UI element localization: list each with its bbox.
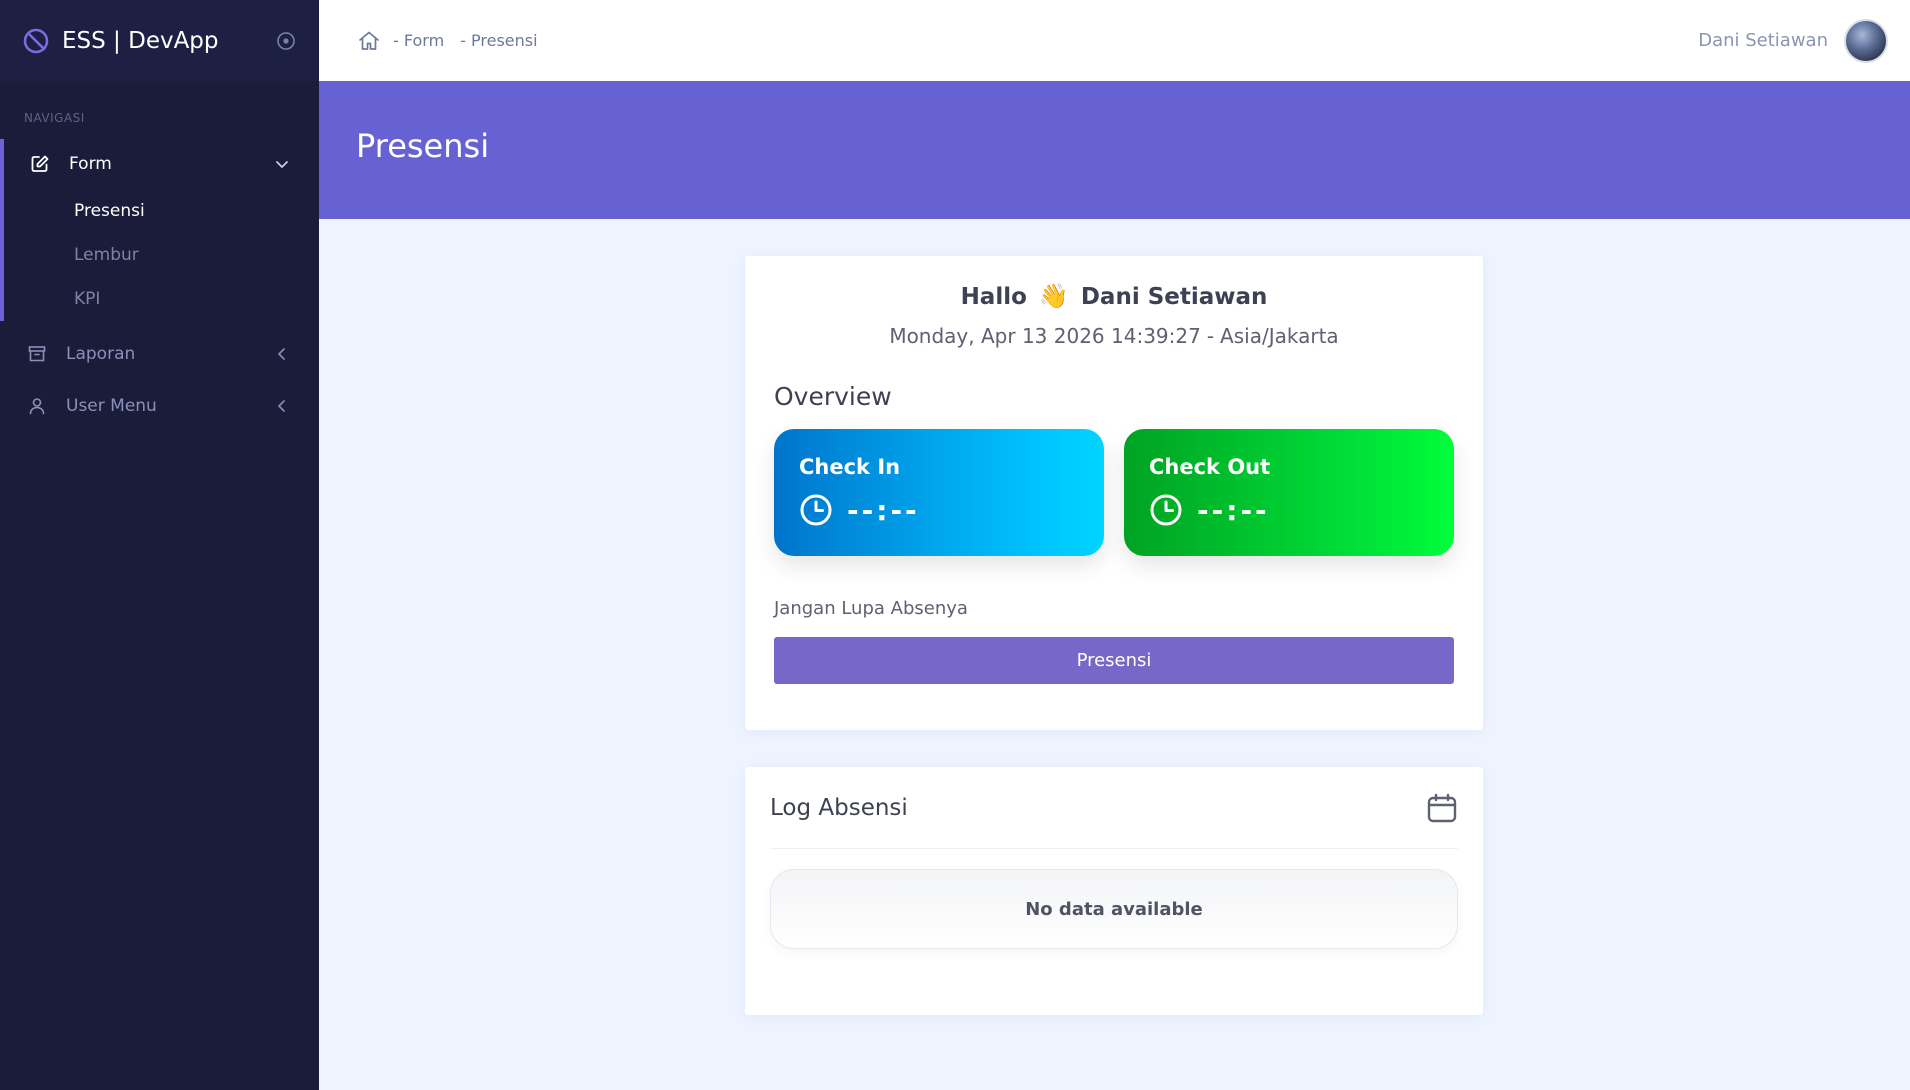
log-header: Log Absensi xyxy=(770,767,1458,849)
presensi-button[interactable]: Presensi xyxy=(774,637,1454,684)
empty-state: No data available xyxy=(770,869,1458,949)
check-in-tile[interactable]: Check In --:-- xyxy=(774,429,1104,556)
sidebar-item-label: User Menu xyxy=(66,396,157,416)
topbar: - Form - Presensi Dani Setiawan xyxy=(319,0,1910,81)
current-datetime: Monday, Apr 13 2026 14:39:27- Asia/Jakart… xyxy=(745,324,1483,348)
archive-icon xyxy=(26,343,48,365)
check-out-time-row: --:-- xyxy=(1149,493,1429,527)
calendar-icon[interactable] xyxy=(1426,792,1458,824)
user-icon xyxy=(26,395,48,417)
app-title: ESS | DevApp xyxy=(62,27,219,54)
breadcrumb-form[interactable]: - Form xyxy=(393,31,444,50)
nav-group-laporan: Laporan xyxy=(0,329,319,379)
sidebar-item-laporan[interactable]: Laporan xyxy=(0,329,319,379)
nav-group-form: Form Presensi Lembur KPI xyxy=(0,139,319,321)
check-in-time: --:-- xyxy=(847,493,920,527)
overview-title: Overview xyxy=(774,382,892,411)
greeting-hello: Hallo xyxy=(960,284,1027,310)
user-menu[interactable]: Dani Setiawan xyxy=(1698,18,1888,63)
greeting-name: Dani Setiawan xyxy=(1080,284,1268,310)
brand-bar: ESS | DevApp xyxy=(0,0,319,81)
chevron-down-icon xyxy=(276,161,288,168)
datetime-separator: - xyxy=(1206,324,1215,348)
overview-tiles: Check In --:-- Check Out --:-- xyxy=(774,429,1454,556)
home-icon[interactable] xyxy=(357,29,381,53)
nav-heading: NAVIGASI xyxy=(24,111,85,125)
sidebar-item-label: Laporan xyxy=(66,344,136,364)
reminder-text: Jangan Lupa Absenya xyxy=(774,598,968,619)
breadcrumb: - Form - Presensi xyxy=(357,29,1698,53)
check-in-label: Check In xyxy=(799,455,901,479)
check-out-time: --:-- xyxy=(1197,493,1270,527)
sidebar-subitem-lembur[interactable]: Lembur xyxy=(4,233,319,277)
check-out-tile[interactable]: Check Out --:-- xyxy=(1124,429,1454,556)
page-title: Presensi xyxy=(356,127,490,165)
presensi-card: Hallo 👋 Dani Setiawan Monday, Apr 13 202… xyxy=(745,256,1483,730)
log-title: Log Absensi xyxy=(770,794,908,821)
clock-icon xyxy=(1150,494,1182,526)
breadcrumb-presensi[interactable]: - Presensi xyxy=(460,31,537,50)
wave-icon: 👋 xyxy=(1038,282,1069,310)
nav-group-user-menu: User Menu xyxy=(0,381,319,431)
sidebar-item-user-menu[interactable]: User Menu xyxy=(0,381,319,431)
sidebar-item-label: Form xyxy=(69,154,112,174)
sidebar: ESS | DevApp NAVIGASI Form Presensi Lemb… xyxy=(0,0,319,1090)
chevron-left-icon xyxy=(278,348,285,360)
avatar[interactable] xyxy=(1844,18,1888,63)
sidebar-subitem-presensi[interactable]: Presensi xyxy=(4,189,319,233)
sidebar-toggle-icon[interactable] xyxy=(275,30,297,52)
datetime-value: Monday, Apr 13 2026 14:39:27 xyxy=(889,324,1201,348)
check-in-time-row: --:-- xyxy=(799,493,1079,527)
timezone: Asia/Jakarta xyxy=(1220,324,1339,348)
app-logo-icon xyxy=(23,28,49,53)
clock-icon xyxy=(800,494,832,526)
sidebar-item-form[interactable]: Form xyxy=(4,139,319,189)
page-header: Presensi xyxy=(319,81,1910,219)
greeting: Hallo 👋 Dani Setiawan xyxy=(745,256,1483,310)
chevron-left-icon xyxy=(278,400,285,412)
edit-icon xyxy=(29,153,51,175)
sidebar-subitem-kpi[interactable]: KPI xyxy=(4,277,319,321)
log-absensi-card: Log Absensi No data available xyxy=(745,767,1483,1015)
check-out-label: Check Out xyxy=(1149,455,1271,479)
user-name: Dani Setiawan xyxy=(1698,30,1828,51)
